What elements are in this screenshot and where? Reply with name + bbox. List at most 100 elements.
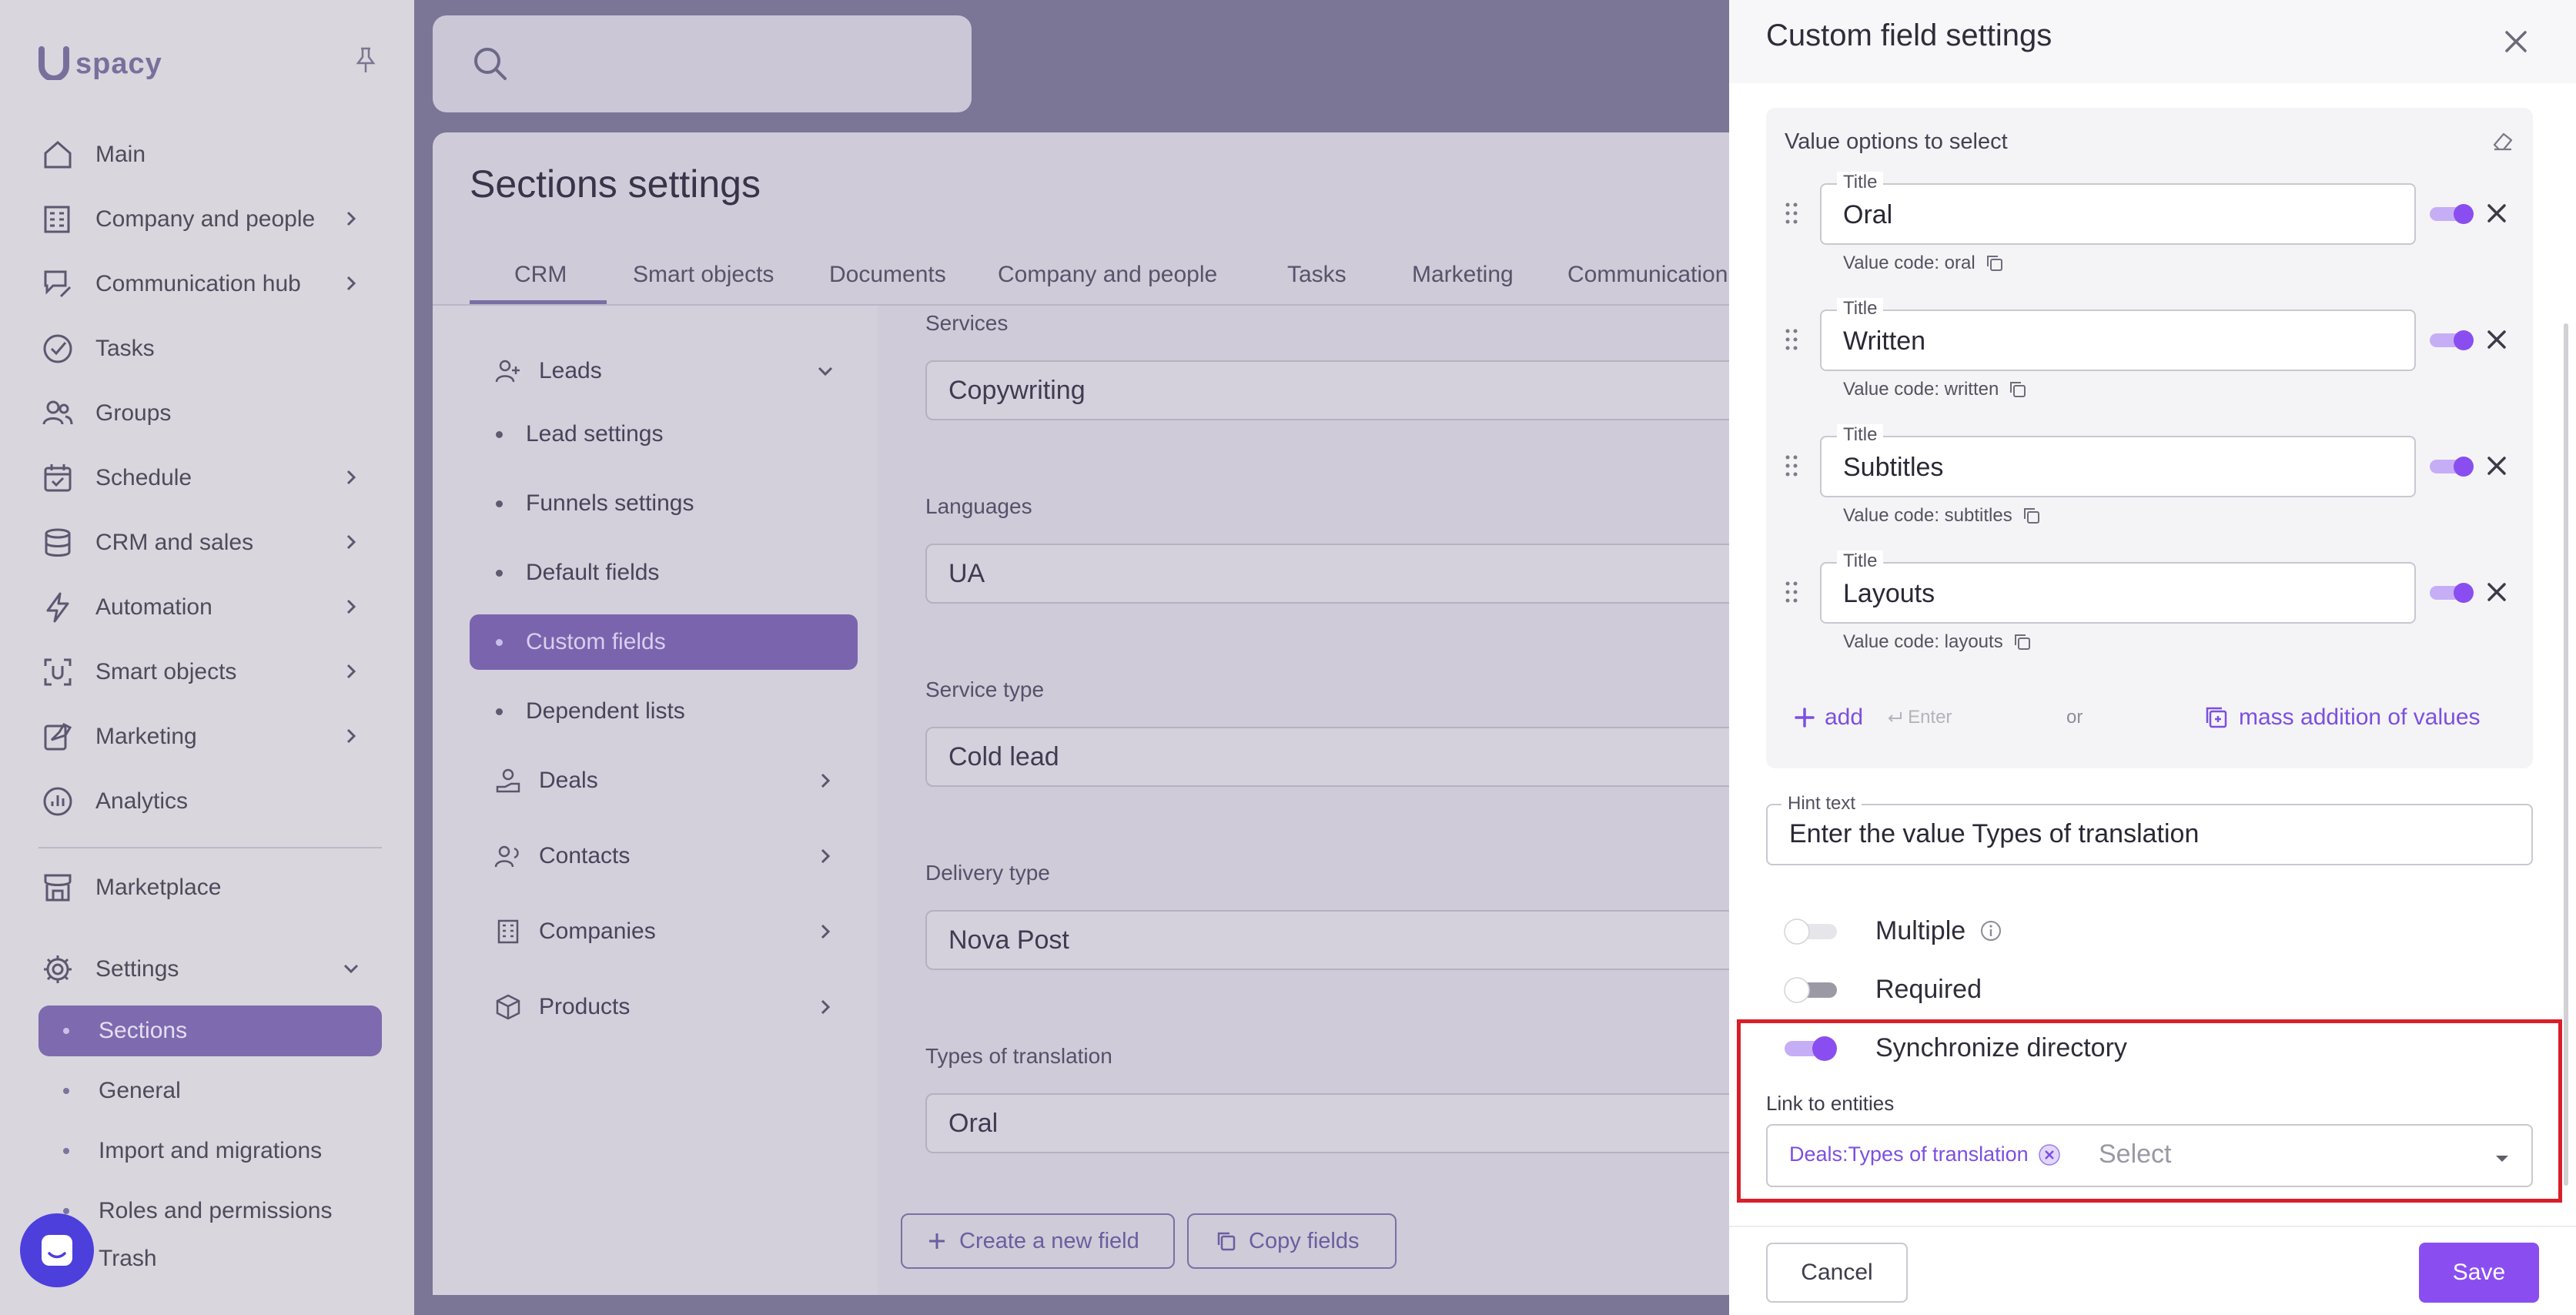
option-title-input[interactable]: Title Oral xyxy=(1820,172,2416,245)
value-options-label: Value options to select xyxy=(1785,129,2008,154)
brand-logo[interactable]: spacy xyxy=(37,46,168,82)
field-value-box[interactable]: Copywriting xyxy=(925,360,1741,420)
option-title-input[interactable]: Title Written xyxy=(1820,298,2416,371)
add-option-label: add xyxy=(1825,704,1864,730)
field-value-box[interactable]: Cold lead xyxy=(925,727,1741,787)
pin-icon[interactable] xyxy=(354,46,377,74)
page-title: Sections settings xyxy=(470,162,761,206)
sidebar-item-label: Company and people xyxy=(95,206,316,232)
option-enabled-toggle[interactable] xyxy=(2428,582,2476,604)
hint-text-input[interactable]: Hint text Enter the value Types of trans… xyxy=(1766,793,2533,865)
panel-footer-divider xyxy=(1729,1226,2576,1227)
menu-item-funnels-settings[interactable]: Funnels settings xyxy=(470,476,858,531)
tab-company-and-people[interactable]: Company and people xyxy=(998,262,1217,288)
field-value-box[interactable]: UA xyxy=(925,544,1741,604)
sidebar-item-communication-hub[interactable]: Communication hub xyxy=(38,259,377,310)
menu-item-dependent-lists[interactable]: Dependent lists xyxy=(470,684,858,739)
field-label: Types of translation xyxy=(925,1044,1112,1068)
field-value-box[interactable]: Oral xyxy=(925,1093,1741,1153)
copy-icon[interactable] xyxy=(2022,506,2042,526)
sidebar-item-crm-and-sales[interactable]: CRM and sales xyxy=(38,517,377,568)
option-title-input[interactable]: Title Subtitles xyxy=(1820,424,2416,497)
bullet xyxy=(63,1088,69,1094)
menu-item-label: Dependent lists xyxy=(526,698,685,724)
search-icon xyxy=(474,48,507,80)
menu-group-deals[interactable]: Deals xyxy=(470,753,858,808)
panel-scrollbar[interactable] xyxy=(2564,323,2568,1186)
users-icon xyxy=(38,394,77,433)
sidebar-item-settings[interactable]: Settings xyxy=(38,944,377,995)
sidebar-item-label: Analytics xyxy=(95,788,189,814)
menu-group-products[interactable]: Products xyxy=(470,979,858,1035)
sidebar-item-tasks[interactable]: Tasks xyxy=(38,323,377,374)
close-icon[interactable] xyxy=(2497,23,2534,60)
menu-item-default-fields[interactable]: Default fields xyxy=(470,545,858,601)
logo-mark-icon xyxy=(38,46,69,80)
sidebar-item-analytics[interactable]: Analytics xyxy=(38,776,377,827)
calendar-icon xyxy=(38,459,77,497)
global-search-input[interactable] xyxy=(433,15,972,112)
sidebar-subitem-sections[interactable]: Sections xyxy=(38,1005,382,1056)
sidebar-item-marketplace[interactable]: Marketplace xyxy=(38,862,377,913)
box-icon xyxy=(496,994,520,1020)
create-field-button[interactable]: Create a new field xyxy=(901,1213,1175,1269)
drag-handle-icon[interactable] xyxy=(1785,454,1798,477)
multiple-label: Multiple xyxy=(1875,915,1966,945)
copy-icon[interactable] xyxy=(2008,380,2028,400)
tab-marketing[interactable]: Marketing xyxy=(1412,262,1514,288)
add-option-button[interactable]: add Enter xyxy=(1792,702,1952,733)
copy-icon[interactable] xyxy=(1985,253,2005,273)
tab-tasks[interactable]: Tasks xyxy=(1287,262,1347,288)
sidebar-item-marketing[interactable]: Marketing xyxy=(38,711,377,762)
option-enabled-toggle[interactable] xyxy=(2428,456,2476,477)
mass-addition-button[interactable]: mass addition of values xyxy=(2203,702,2481,733)
delete-option-icon[interactable] xyxy=(2485,202,2508,225)
copy-fields-button[interactable]: Copy fields xyxy=(1187,1213,1397,1269)
sidebar-subitem-general[interactable]: General xyxy=(38,1066,382,1116)
sidebar-item-company-and-people[interactable]: Company and people xyxy=(38,194,377,245)
sidebar-item-label: Groups xyxy=(95,400,172,426)
copy-icon[interactable] xyxy=(2012,632,2032,652)
sidebar-subitem-import-and-migrations[interactable]: Import and migrations xyxy=(38,1126,382,1176)
option-enabled-toggle[interactable] xyxy=(2428,203,2476,225)
drag-handle-icon[interactable] xyxy=(1785,328,1798,351)
eraser-icon[interactable] xyxy=(2491,129,2514,152)
option-title-input[interactable]: Title Layouts xyxy=(1820,550,2416,624)
sidebar-item-schedule[interactable]: Schedule xyxy=(38,453,377,504)
delete-option-icon[interactable] xyxy=(2485,581,2508,604)
sidebar-item-main[interactable]: Main xyxy=(38,129,377,180)
sidebar-item-smart-objects[interactable]: Smart objects xyxy=(38,647,377,698)
sidebar-item-automation[interactable]: Automation xyxy=(38,582,377,633)
delete-option-icon[interactable] xyxy=(2485,328,2508,351)
delete-option-icon[interactable] xyxy=(2485,454,2508,477)
menu-group-leads[interactable]: Leads xyxy=(470,343,858,399)
sidebar-subitem-roles-and-permissions[interactable]: Roles and permissions xyxy=(38,1186,382,1236)
chevron-right-icon xyxy=(346,728,356,744)
store-icon xyxy=(38,868,77,907)
mass-addition-label: mass addition of values xyxy=(2239,704,2481,730)
field-value-box[interactable]: Nova Post xyxy=(925,910,1741,970)
option-enabled-toggle[interactable] xyxy=(2428,330,2476,351)
building-icon xyxy=(38,200,77,239)
support-chat-button[interactable] xyxy=(20,1213,94,1287)
drag-handle-icon[interactable] xyxy=(1785,202,1798,225)
menu-item-custom-fields[interactable]: Custom fields xyxy=(470,614,858,670)
info-icon[interactable] xyxy=(1979,919,2002,942)
multiple-toggle[interactable] xyxy=(1781,915,1840,946)
menu-item-label: Default fields xyxy=(526,560,660,585)
save-button[interactable]: Save xyxy=(2419,1243,2539,1303)
tab-communication[interactable]: Communication xyxy=(1567,262,1729,288)
tab-documents[interactable]: Documents xyxy=(829,262,946,288)
sidebar-item-groups[interactable]: Groups xyxy=(38,388,377,439)
field-value: Oral xyxy=(948,1108,999,1138)
required-toggle[interactable] xyxy=(1781,974,1840,1005)
cancel-button[interactable]: Cancel xyxy=(1766,1243,1908,1303)
field-label: Services xyxy=(925,311,1009,335)
menu-group-contacts[interactable]: Contacts xyxy=(470,828,858,884)
menu-group-companies[interactable]: Companies xyxy=(470,904,858,959)
menu-item-lead-settings[interactable]: Lead settings xyxy=(470,407,858,462)
bullet xyxy=(496,638,503,646)
tab-crm[interactable]: CRM xyxy=(514,262,567,288)
tab-smart-objects[interactable]: Smart objects xyxy=(633,262,774,288)
drag-handle-icon[interactable] xyxy=(1785,581,1798,604)
